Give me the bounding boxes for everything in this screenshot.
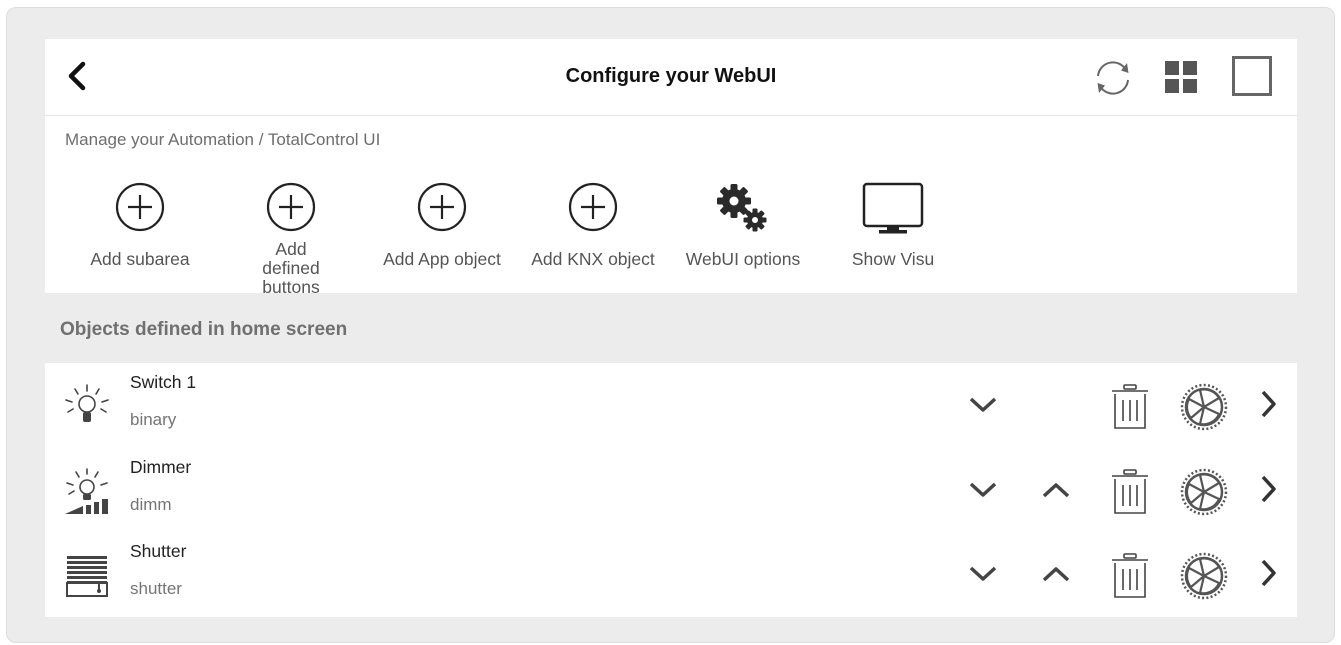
gear-wheel-icon [1180, 552, 1228, 600]
add-app-object-label: Add App object [383, 249, 501, 269]
object-name: Switch 1 [130, 372, 197, 392]
section-title: Objects defined in home screen [60, 319, 348, 340]
chevron-right-icon [1261, 390, 1276, 418]
gear-wheel-icon [1180, 468, 1228, 516]
settings-button[interactable] [1180, 383, 1228, 436]
object-type: dimm [130, 495, 172, 514]
object-row-dimmer[interactable]: Dimmer dimm [45, 448, 1297, 533]
add-app-object-button[interactable]: Add App object [367, 177, 517, 293]
open-details-button[interactable] [1257, 388, 1279, 425]
fullscreen-button[interactable] [1231, 55, 1273, 102]
object-row-switch-1[interactable]: Switch 1 binary [45, 363, 1297, 448]
chevron-right-icon [1261, 559, 1276, 587]
action-toolbar: Add subarea Add defined buttons Add App … [45, 177, 1297, 297]
delete-button[interactable] [1111, 468, 1149, 521]
move-down-button[interactable] [968, 395, 998, 420]
add-subarea-label: Add subarea [90, 249, 190, 269]
add-subarea-button[interactable]: Add subarea [65, 177, 215, 293]
grid-icon [1165, 61, 1197, 93]
chevron-right-icon [1261, 475, 1276, 503]
fullscreen-icon [1232, 56, 1272, 96]
add-knx-object-button[interactable]: Add KNX object [518, 177, 668, 293]
settings-button[interactable] [1180, 552, 1228, 605]
lightbulb-icon [65, 384, 109, 422]
show-visu-label: Show Visu [851, 249, 935, 269]
gear-wheel-icon [1180, 383, 1228, 431]
gears-icon [717, 184, 767, 232]
add-defined-buttons-button[interactable]: Add defined buttons [216, 177, 366, 297]
shutter-icon [66, 556, 108, 597]
monitor-icon [862, 182, 924, 234]
open-details-button[interactable] [1257, 557, 1279, 594]
delete-button[interactable] [1111, 552, 1149, 605]
trash-icon [1112, 553, 1148, 598]
object-type: shutter [130, 579, 182, 598]
chevron-up-icon [1042, 483, 1070, 498]
chevron-down-icon [969, 397, 997, 412]
object-row-shutter[interactable]: Shutter shutter [45, 532, 1297, 617]
add-circle-icon [568, 182, 618, 232]
chevron-down-icon [969, 566, 997, 581]
grid-view-button[interactable] [1163, 59, 1199, 100]
move-up-button[interactable] [1041, 480, 1071, 505]
open-details-button[interactable] [1257, 473, 1279, 510]
refresh-icon [1097, 61, 1129, 95]
move-up-button[interactable] [1041, 564, 1071, 589]
object-name: Dimmer [130, 457, 192, 477]
home-screen-section-header: Objects defined in home screen [45, 293, 1297, 363]
add-defined-buttons-label: Add defined buttons [262, 239, 320, 297]
dimmer-bulb-icon [65, 468, 108, 514]
trash-icon [1112, 469, 1148, 514]
add-circle-icon [266, 182, 316, 232]
add-circle-icon [115, 182, 165, 232]
object-name: Shutter [130, 541, 187, 561]
refresh-button[interactable] [1090, 55, 1136, 106]
add-circle-icon [417, 182, 467, 232]
object-type: binary [130, 410, 177, 429]
webui-options-label: WebUI options [685, 249, 801, 269]
manage-subtitle: Manage your Automation / TotalControl UI [65, 130, 381, 149]
header-bar: Configure your WebUI [45, 39, 1297, 116]
trash-icon [1112, 384, 1148, 429]
config-panel: Configure your WebUI Manage your Automat… [45, 39, 1297, 617]
move-down-button[interactable] [968, 564, 998, 589]
chevron-down-icon [969, 482, 997, 497]
move-down-button[interactable] [968, 480, 998, 505]
webui-options-button[interactable]: WebUI options [668, 177, 818, 293]
chevron-up-icon [1042, 567, 1070, 582]
add-knx-object-label: Add KNX object [531, 249, 655, 269]
show-visu-button[interactable]: Show Visu [818, 177, 968, 293]
delete-button[interactable] [1111, 383, 1149, 436]
settings-button[interactable] [1180, 468, 1228, 521]
